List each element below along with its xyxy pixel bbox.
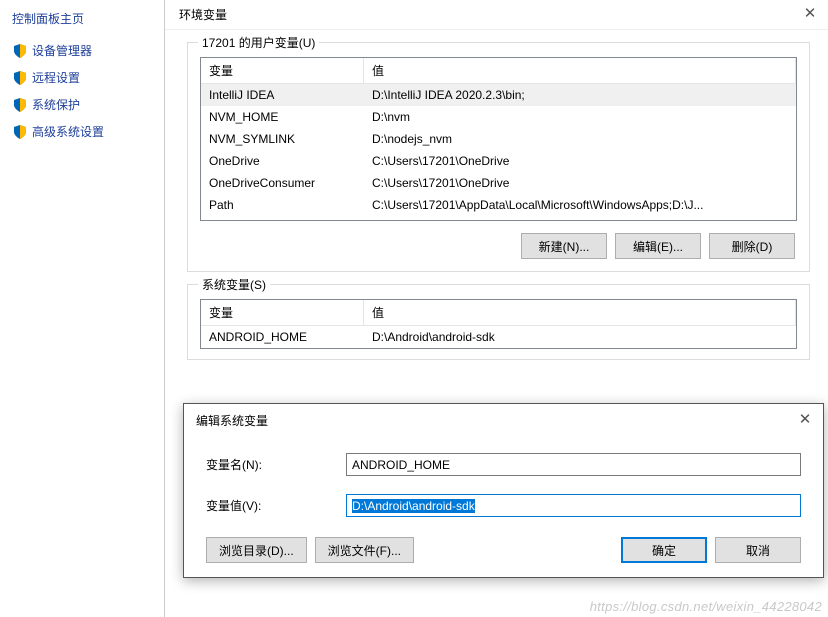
col-header-value[interactable]: 值 — [364, 300, 796, 325]
browse-file-button[interactable]: 浏览文件(F)... — [315, 537, 414, 563]
sys-group-label: 系统变量(S) — [198, 276, 270, 293]
browse-dir-button[interactable]: 浏览目录(D)... — [206, 537, 307, 563]
table-header: 变量 值 — [201, 300, 796, 326]
close-icon[interactable]: ✕ — [797, 413, 813, 429]
sidebar-item-device-manager[interactable]: 设备管理器 — [8, 37, 156, 64]
shield-icon — [12, 70, 28, 86]
table-row[interactable]: ANDROID_HOMED:\Android\android-sdk — [201, 326, 796, 348]
table-row[interactable]: TEMPC:\Users\17201\AppData\Local\Temp — [201, 216, 796, 220]
variable-value-label: 变量值(V): — [206, 497, 346, 514]
watermark-text: https://blog.csdn.net/weixin_44228042 — [590, 599, 822, 614]
edit-dialog-title-bar: 编辑系统变量 ✕ — [184, 404, 823, 437]
sidebar-item-advanced[interactable]: 高级系统设置 — [8, 118, 156, 145]
dialog-title-bar: 环境变量 ✕ — [165, 0, 828, 30]
shield-icon — [12, 43, 28, 59]
table-row[interactable]: NVM_HOMED:\nvm — [201, 106, 796, 128]
user-variables-table[interactable]: 变量 值 IntelliJ IDEAD:\IntelliJ IDEA 2020.… — [200, 57, 797, 221]
variable-name-label: 变量名(N): — [206, 456, 346, 473]
table-row[interactable]: OneDriveC:\Users\17201\OneDrive — [201, 150, 796, 172]
table-row[interactable]: OneDriveConsumerC:\Users\17201\OneDrive — [201, 172, 796, 194]
shield-icon — [12, 97, 28, 113]
system-variables-table[interactable]: 变量 值 ANDROID_HOMED:\Android\android-sdk — [200, 299, 797, 349]
edit-dialog-title: 编辑系统变量 — [196, 412, 268, 429]
sidebar-item-label: 高级系统设置 — [32, 123, 104, 140]
col-header-name[interactable]: 变量 — [201, 58, 364, 83]
table-header: 变量 值 — [201, 58, 796, 84]
col-header-name[interactable]: 变量 — [201, 300, 364, 325]
delete-button[interactable]: 删除(D) — [709, 233, 795, 259]
sidebar: 控制面板主页 设备管理器 远程设置 系统保护 高级系统设置 — [0, 0, 164, 153]
system-variables-group: 系统变量(S) 变量 值 ANDROID_HOMED:\Android\andr… — [187, 284, 810, 360]
user-button-row: 新建(N)... 编辑(E)... 删除(D) — [200, 221, 797, 261]
variable-name-input[interactable] — [346, 453, 801, 476]
sidebar-item-label: 远程设置 — [32, 69, 80, 86]
edit-dialog-body: 变量名(N): 变量值(V): D:\Android\android-sdk 浏… — [184, 437, 823, 577]
table-row[interactable]: NVM_SYMLINKD:\nodejs_nvm — [201, 128, 796, 150]
sidebar-home-link[interactable]: 控制面板主页 — [8, 8, 156, 37]
variable-name-row: 变量名(N): — [206, 453, 801, 476]
sidebar-item-protection[interactable]: 系统保护 — [8, 91, 156, 118]
sidebar-item-label: 系统保护 — [32, 96, 80, 113]
edit-button-row: 浏览目录(D)... 浏览文件(F)... 确定 取消 — [206, 535, 801, 563]
close-icon[interactable]: ✕ — [802, 7, 818, 23]
dialog-title: 环境变量 — [179, 6, 227, 23]
user-table-body[interactable]: IntelliJ IDEAD:\IntelliJ IDEA 2020.2.3\b… — [201, 84, 796, 220]
new-button[interactable]: 新建(N)... — [521, 233, 607, 259]
user-group-label: 17201 的用户变量(U) — [198, 34, 319, 51]
ok-button[interactable]: 确定 — [621, 537, 707, 563]
sys-table-body[interactable]: ANDROID_HOMED:\Android\android-sdk — [201, 326, 796, 348]
sidebar-item-remote[interactable]: 远程设置 — [8, 64, 156, 91]
table-row[interactable]: IntelliJ IDEAD:\IntelliJ IDEA 2020.2.3\b… — [201, 84, 796, 106]
cancel-button[interactable]: 取消 — [715, 537, 801, 563]
table-row[interactable]: PathC:\Users\17201\AppData\Local\Microso… — [201, 194, 796, 216]
user-variables-group: 17201 的用户变量(U) 变量 值 IntelliJ IDEAD:\Inte… — [187, 42, 810, 272]
variable-value-row: 变量值(V): D:\Android\android-sdk — [206, 494, 801, 517]
sidebar-item-label: 设备管理器 — [32, 42, 92, 59]
edit-system-variable-dialog: 编辑系统变量 ✕ 变量名(N): 变量值(V): D:\Android\andr… — [183, 403, 824, 578]
col-header-value[interactable]: 值 — [364, 58, 796, 83]
edit-button[interactable]: 编辑(E)... — [615, 233, 701, 259]
shield-icon — [12, 124, 28, 140]
variable-value-input[interactable]: D:\Android\android-sdk — [346, 494, 801, 517]
